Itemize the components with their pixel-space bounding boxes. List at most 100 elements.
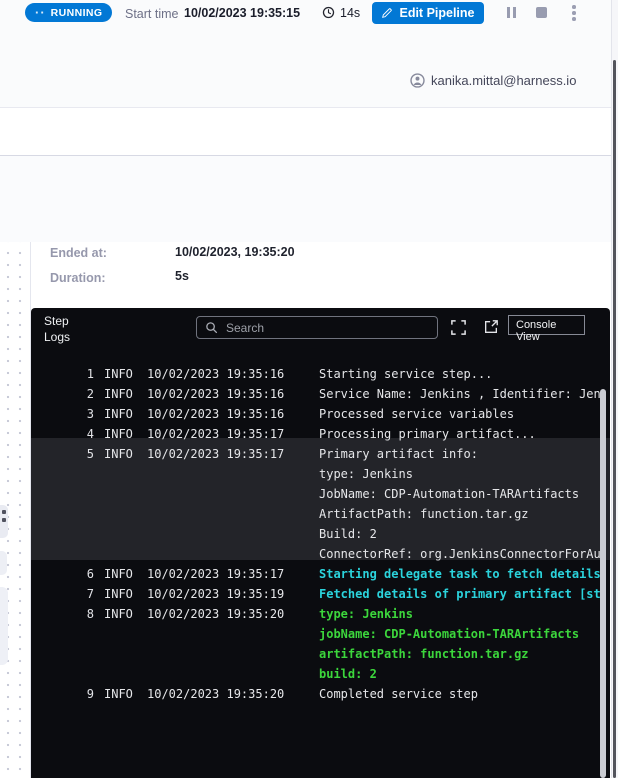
log-line-level: INFO (104, 447, 133, 461)
log-line: 1 INFO 10/02/2023 19:35:16 Starting service… (31, 364, 610, 384)
ended-at-label: Ended at: (50, 246, 107, 260)
status-badge: ·· RUNNING (25, 3, 112, 22)
log-line-number: 6 (44, 567, 94, 581)
log-search-box (196, 316, 438, 339)
edit-pipeline-button[interactable]: Edit Pipeline (372, 2, 484, 24)
log-line: Build: 2 (31, 524, 610, 544)
log-line-message: jobName: CDP-Automation-TARArtifacts (319, 627, 606, 641)
log-line-level: INFO (104, 607, 133, 621)
log-line: 3 INFO 10/02/2023 19:35:16 Processed servic… (31, 404, 610, 424)
clock-icon (322, 6, 335, 19)
log-line-number: 1 (44, 367, 94, 381)
kebab-menu-icon[interactable] (572, 11, 576, 15)
log-line-time: 10/02/2023 19:35:17 (147, 567, 284, 581)
start-time-value: 10/02/2023 19:35:15 (184, 6, 300, 20)
log-line-time: 10/02/2023 19:35:16 (147, 367, 284, 381)
start-time-label: Start time (125, 7, 179, 21)
log-scrollbar-thumb[interactable] (600, 389, 606, 778)
log-line-message: ConnectorRef: org.JenkinsConnectorForAu (319, 547, 606, 561)
duration-label: Duration: (50, 271, 106, 285)
status-badge-label: RUNNING (51, 7, 103, 19)
node-text-mark (2, 510, 6, 514)
pipeline-node-clipped[interactable] (0, 551, 7, 575)
pause-icon[interactable] (507, 7, 510, 18)
pipeline-graph-area (0, 156, 611, 242)
log-line-number: 2 (44, 387, 94, 401)
log-line-message: Service Name: Jenkins , Identifier: Jen (319, 387, 606, 401)
step-details-panel: Ended at: 10/02/2023, 19:35:20 Duration:… (31, 242, 611, 308)
log-line: 9 INFO 10/02/2023 19:35:20 Completed servic… (31, 684, 610, 704)
log-line-message: JobName: CDP-Automation-TARArtifacts (319, 487, 606, 501)
kebab-menu-icon[interactable] (572, 17, 576, 21)
log-line: build: 2 (31, 664, 610, 684)
log-line: ArtifactPath: function.tar.gz (31, 504, 610, 524)
log-line: 5INFO10/02/2023 19:35:17Primary artifact… (31, 444, 610, 464)
search-icon (205, 321, 218, 334)
console-view-row: Console View (0, 108, 611, 155)
log-line-time: 10/02/2023 19:35:19 (147, 587, 284, 601)
pencil-icon (381, 7, 393, 19)
stop-icon[interactable] (536, 7, 547, 18)
log-line: 4INFO10/02/2023 19:35:17Processing prima… (31, 424, 610, 444)
log-line-level: INFO (104, 687, 133, 701)
log-line-message: Completed service step (319, 687, 606, 701)
console-view-button[interactable]: Console View (508, 315, 585, 335)
step-logs-panel: Step Logs Console View 1 INFO 10/02/2023 1… (31, 308, 610, 778)
log-line-level: INFO (104, 427, 133, 441)
page-scrollbar-thumb[interactable] (613, 60, 617, 778)
log-line-number: 7 (44, 587, 94, 601)
log-line-level: INFO (104, 387, 133, 401)
fullscreen-icon[interactable] (450, 319, 467, 336)
log-line-time: 10/02/2023 19:35:17 (147, 447, 284, 461)
log-line-time: 10/02/2023 19:35:20 (147, 687, 284, 701)
pipeline-node-clipped[interactable] (0, 505, 8, 538)
log-line-message: build: 2 (319, 667, 606, 681)
log-line-level: INFO (104, 407, 133, 421)
pipeline-node-clipped[interactable] (0, 587, 8, 665)
log-line-number: 9 (44, 687, 94, 701)
log-line: JobName: CDP-Automation-TARArtifacts (31, 484, 610, 504)
pause-icon[interactable] (513, 7, 516, 18)
user-avatar-icon (410, 73, 425, 88)
log-line-level: INFO (104, 367, 133, 381)
ended-at-value: 10/02/2023, 19:35:20 (175, 245, 295, 259)
log-line: type: Jenkins (31, 464, 610, 484)
log-line-number: 8 (44, 607, 94, 621)
pipeline-graph-strip (0, 242, 31, 778)
log-line: artifactPath: function.tar.gz (31, 644, 610, 664)
user-email[interactable]: kanika.mittal@harness.io (431, 73, 576, 88)
running-dots-icon: ·· (35, 9, 46, 17)
log-line-time: 10/02/2023 19:35:17 (147, 427, 284, 441)
log-line-level: INFO (104, 587, 133, 601)
log-search-input[interactable] (224, 320, 429, 336)
log-line-message: Processed service variables (319, 407, 606, 421)
log-line-message: Fetched details of primary artifact [st (319, 587, 606, 601)
log-line-number: 3 (44, 407, 94, 421)
log-line: 2 INFO 10/02/2023 19:35:16 Service Name: Je… (31, 384, 610, 404)
open-in-new-tab-icon[interactable] (483, 319, 499, 335)
log-line-message: Primary artifact info: (319, 447, 606, 461)
log-line-message: type: Jenkins (319, 607, 606, 621)
log-line-message: Starting service step... (319, 367, 606, 381)
log-line: 8 INFO 10/02/2023 19:35:20 type: Jenkins (31, 604, 610, 624)
log-line-time: 10/02/2023 19:35:16 (147, 407, 284, 421)
node-text-mark (2, 518, 6, 522)
log-line-time: 10/02/2023 19:35:20 (147, 607, 284, 621)
edit-pipeline-label: Edit Pipeline (399, 6, 474, 20)
log-line-message: type: Jenkins (319, 467, 606, 481)
duration-value: 5s (175, 269, 189, 283)
log-line: 7 INFO 10/02/2023 19:35:19 Fetched details … (31, 584, 610, 604)
top-bar: ·· RUNNING Start time 10/02/2023 19:35:1… (0, 0, 611, 108)
log-line-level: INFO (104, 567, 133, 581)
log-line: ConnectorRef: org.JenkinsConnectorForAu (31, 544, 610, 564)
elapsed-time: 14s (340, 6, 360, 20)
log-line-message: Processing primary artifact... (319, 427, 606, 441)
log-line-message: Build: 2 (319, 527, 606, 541)
log-line-message: Starting delegate task to fetch details (319, 567, 606, 581)
log-line: 6 INFO 10/02/2023 19:35:17 Starting delegat… (31, 564, 610, 584)
log-line-message: ArtifactPath: function.tar.gz (319, 507, 606, 521)
pipeline-execution-page: ·· RUNNING Start time 10/02/2023 19:35:1… (0, 0, 618, 778)
kebab-menu-icon[interactable] (572, 5, 576, 9)
log-line-time: 10/02/2023 19:35:16 (147, 387, 284, 401)
step-logs-title: Step Logs (44, 313, 88, 345)
